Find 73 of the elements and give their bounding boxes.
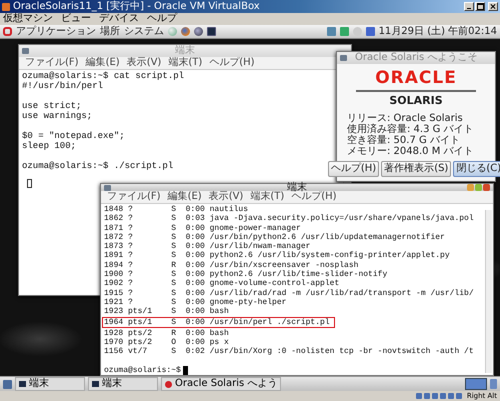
terminal-line: 1902 ? S 0:00 gnome-volume-control-applet (104, 279, 340, 289)
terminal-line: $0 = "notepad.exe"; (22, 131, 125, 141)
menu-item[interactable]: ヘルプ (147, 13, 177, 25)
terminal-line: 1891 ? S 0:00 python2.6 /usr/lib/system-config-printer/applet.py (104, 251, 450, 261)
terminal-line: 1871 ? S 0:00 gnome-power-manager (104, 224, 301, 233)
menu-item[interactable]: 端末(T) (168, 57, 202, 69)
menu-item[interactable]: ビュー (61, 13, 91, 25)
terminal-line: 1894 ? R 0:00 /usr/bin/xscreensaver -nosplash (104, 260, 358, 270)
terminal-line: 1872 ? S 0:00 /usr/bin/python2.6 /usr/lib/updatemanagernotifier (104, 232, 445, 242)
panel-menu[interactable]: 場所 (100, 26, 120, 38)
maximize-button[interactable] (475, 2, 485, 11)
app-icon (2, 2, 10, 10)
terminal-line: 1921 ? S 0:00 gnome-pty-helper (104, 298, 286, 307)
window-title: 端末 (287, 182, 307, 192)
info-line: メモリー: 2048.0 M バイト (347, 146, 474, 157)
terminal-line: #!/usr/bin/perl (22, 81, 104, 91)
logo-icon (165, 380, 172, 388)
info-line: リリース: Oracle Solaris (347, 113, 463, 124)
taskbar-button[interactable]: 端末 (15, 377, 85, 391)
brand-logo: ORACLE (375, 68, 457, 88)
menu-item[interactable]: ファイル(F) (107, 191, 161, 203)
clock[interactable]: 11月29日 (土) 午前02:14 (378, 26, 497, 38)
menu-item[interactable]: 編集(E) (168, 191, 202, 203)
dialog-title: Oracle Solaris へようこそ (355, 52, 478, 64)
window-menu-icon[interactable] (104, 184, 111, 190)
terminal-line: 1923 pts/1 S 0:00 bash (104, 307, 229, 317)
logo-icon[interactable] (3, 27, 12, 36)
terminal-line: use warnings; (22, 111, 92, 121)
menu-item[interactable]: ファイル(F) (25, 57, 79, 69)
menu-item[interactable]: 表示(V) (208, 191, 244, 203)
terminal-line: ozuma@solaris:~$ ./script.pl (22, 161, 174, 171)
minimize-button[interactable] (464, 2, 474, 11)
terminal-line: 1915 ? S 0:00 /usr/lib/rad/rad -m /usr/lib/rad/transport -m /usr/lib/ (104, 288, 474, 298)
terminal-line: ozuma@solaris:~$ cat script.pl (22, 71, 184, 81)
terminal-line: sleep 100; (22, 141, 76, 151)
terminal-line: 1862 ? S 0:03 java -Djava.security.policy=/usr/share/vpanels/java.pol (104, 214, 474, 224)
text-cursor (182, 366, 188, 376)
terminal-line: 1900 ? S 0:00 python2.6 /usr/lib/time-slider-notify (104, 270, 388, 280)
text-cursor (27, 179, 32, 188)
terminal-prompt: ozuma@solaris:~$ (104, 366, 181, 376)
taskbar-button[interactable]: Oracle Solaris へよう (161, 377, 282, 391)
window-title: OracleSolaris11_1 [実行中] - Oracle VM VirtualBox (13, 0, 260, 12)
taskbar-button[interactable]: 端末 (88, 377, 158, 391)
window-menu-icon[interactable] (22, 48, 29, 54)
terminal-icon (92, 381, 99, 387)
terminal-icon[interactable] (207, 27, 216, 36)
workspace-switcher[interactable] (465, 378, 487, 390)
terminal-line: 1848 ? S 0:00 nautilus (104, 205, 248, 214)
menu-item[interactable]: 端末(T) (250, 191, 284, 203)
info-line: 空き容量: 50.7 G バイト (347, 135, 460, 146)
dialog-button[interactable]: 閉じる(C) (453, 161, 500, 177)
terminal-line: 1156 vt/7 S 0:02 /usr/bin/Xorg :0 -nolisten tcp -br -novtswitch -auth /t (104, 347, 474, 357)
menu-item[interactable]: 表示(V) (126, 57, 162, 69)
product-name: SOLARIS (389, 94, 443, 108)
menu-item[interactable]: ヘルプ(H) (291, 191, 337, 203)
dialog-button[interactable]: 著作権表示(S) (381, 161, 452, 177)
terminal-line: 1873 ? S 0:00 /usr/lib/nwam-manager (104, 242, 310, 252)
close-button[interactable] (488, 2, 498, 11)
menu-item[interactable]: ヘルプ(H) (209, 57, 255, 69)
window-title: 端末 (175, 45, 195, 57)
terminal-line: use strict; (22, 101, 82, 111)
menu-item[interactable]: デバイス (99, 13, 139, 25)
terminal-icon (19, 381, 26, 387)
window-menu-icon[interactable] (340, 55, 347, 61)
terminal-line: 1928 pts/2 R 0:00 bash (104, 328, 229, 338)
panel-menu[interactable]: システム (124, 26, 164, 38)
terminal-line: 1970 pts/2 O 0:00 ps x (104, 338, 229, 348)
menu-item[interactable]: 編集(E) (86, 57, 120, 69)
dialog-button[interactable]: ヘルプ(H) (328, 161, 380, 177)
info-line: 使用済み容量: 4.3 G バイト (347, 124, 474, 135)
panel-menu[interactable]: アプリケーション (16, 26, 96, 38)
menu-item[interactable]: 仮想マシン (3, 13, 53, 25)
scrollbar[interactable] (485, 210, 492, 373)
